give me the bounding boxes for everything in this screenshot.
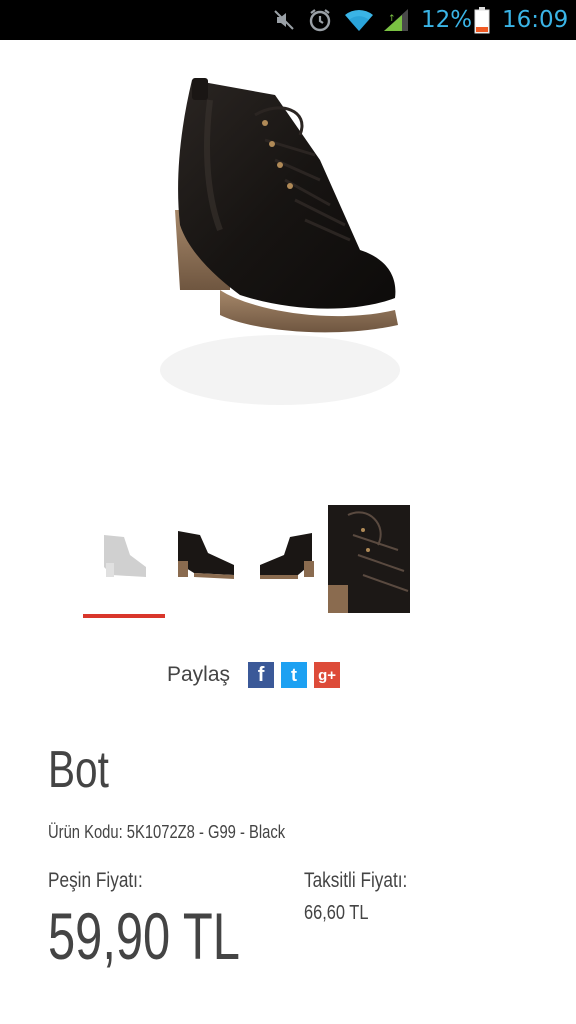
facebook-share-button[interactable]: f (248, 662, 275, 688)
product-main-image[interactable] (80, 40, 496, 480)
installment-price: 66,60 TL (304, 902, 369, 924)
cash-price: 59,90 TL (48, 899, 240, 973)
battery-icon (474, 0, 490, 40)
status-bar: ↑ 12% 16:09 (0, 0, 576, 40)
product-code: Ürün Kodu: 5K1072Z8 - G99 - Black (48, 822, 286, 842)
twitter-icon: t (291, 664, 298, 685)
thumbnail-2[interactable] (164, 505, 246, 613)
facebook-icon: f (257, 663, 265, 686)
mute-icon (272, 0, 296, 40)
wifi-icon (343, 0, 375, 40)
battery-percent: 12% (421, 7, 473, 33)
signal-icon: ↑ (382, 0, 410, 40)
googleplus-icon: g+ (318, 666, 336, 684)
thumbnail-1[interactable] (82, 505, 164, 613)
share-label: Paylaş (167, 663, 231, 686)
thumbnail-3[interactable] (246, 505, 328, 613)
cash-price-label: Peşin Fiyatı: (48, 869, 143, 892)
boot-illustration (160, 78, 400, 405)
installment-price-label: Taksitli Fiyatı: (304, 869, 408, 892)
alarm-icon (307, 0, 333, 40)
selected-thumbnail-indicator (83, 614, 165, 618)
status-time: 16:09 (502, 7, 569, 33)
thumbnail-4[interactable] (328, 505, 410, 613)
product-title: Bot (48, 741, 109, 799)
googleplus-share-button[interactable]: g+ (314, 662, 341, 688)
svg-text:↑: ↑ (388, 14, 396, 24)
share-row: Paylaş f t g+ (167, 660, 347, 690)
twitter-share-button[interactable]: t (281, 662, 308, 688)
